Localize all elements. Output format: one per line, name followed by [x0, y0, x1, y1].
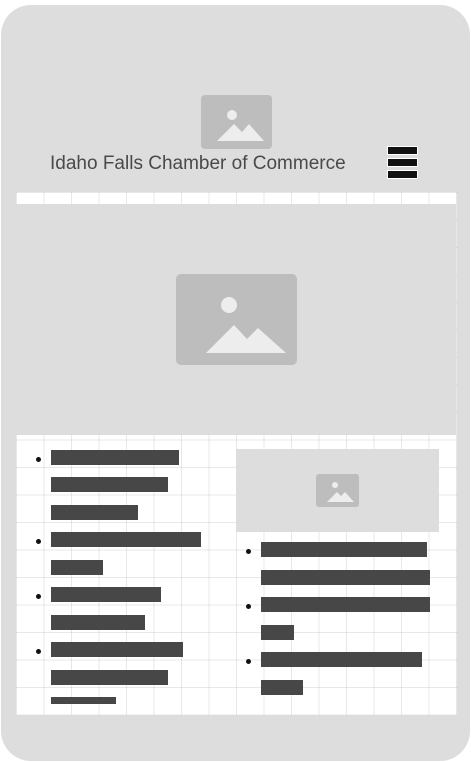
bullet-icon — [36, 457, 41, 462]
logo-image[interactable] — [201, 95, 272, 149]
text-line — [51, 587, 161, 602]
text-line — [261, 625, 294, 640]
text-line — [51, 615, 145, 630]
text-line — [51, 670, 168, 685]
page-title: Idaho Falls Chamber of Commerce — [50, 153, 346, 174]
left-list-item-3[interactable] — [16, 587, 226, 630]
site-header: Idaho Falls Chamber of Commerce — [1, 5, 470, 192]
bullet-icon — [36, 594, 41, 599]
text-line — [51, 560, 103, 575]
left-list-item-4[interactable] — [16, 642, 226, 705]
mobile-page-frame: Idaho Falls Chamber of Commerce — [1, 5, 470, 761]
card-image[interactable] — [236, 449, 439, 532]
card-image-placeholder — [316, 474, 359, 507]
left-list-item-2[interactable] — [16, 532, 226, 575]
bullet-icon — [36, 649, 41, 654]
hero-image-placeholder — [175, 274, 297, 365]
bullet-icon — [36, 539, 41, 544]
right-list-item-3[interactable] — [236, 652, 456, 696]
right-column — [236, 449, 456, 709]
text-line — [261, 597, 430, 612]
menu-bar-middle — [387, 158, 418, 167]
right-list-item-1[interactable] — [236, 542, 456, 586]
text-line — [261, 570, 430, 585]
text-line — [261, 652, 422, 667]
text-line — [51, 450, 179, 465]
text-line — [261, 680, 303, 695]
text-line — [51, 532, 201, 547]
text-line — [51, 477, 168, 492]
text-line — [51, 642, 183, 657]
text-line — [51, 505, 138, 520]
content-grid — [16, 192, 457, 715]
bullet-icon — [246, 604, 251, 609]
hamburger-menu-icon[interactable] — [387, 146, 419, 179]
text-line — [261, 542, 427, 557]
text-line — [51, 697, 116, 704]
left-list — [16, 442, 226, 712]
bullet-icon — [246, 549, 251, 554]
image-placeholder-icon — [217, 109, 264, 141]
image-placeholder-icon — [327, 482, 354, 502]
right-list-item-2[interactable] — [236, 597, 456, 641]
menu-bar-top — [387, 146, 418, 155]
menu-bar-bottom — [387, 170, 418, 179]
image-placeholder-icon — [205, 296, 286, 353]
left-list-item-1[interactable] — [16, 450, 226, 520]
bullet-icon — [246, 659, 251, 664]
hero-image[interactable] — [16, 204, 456, 435]
